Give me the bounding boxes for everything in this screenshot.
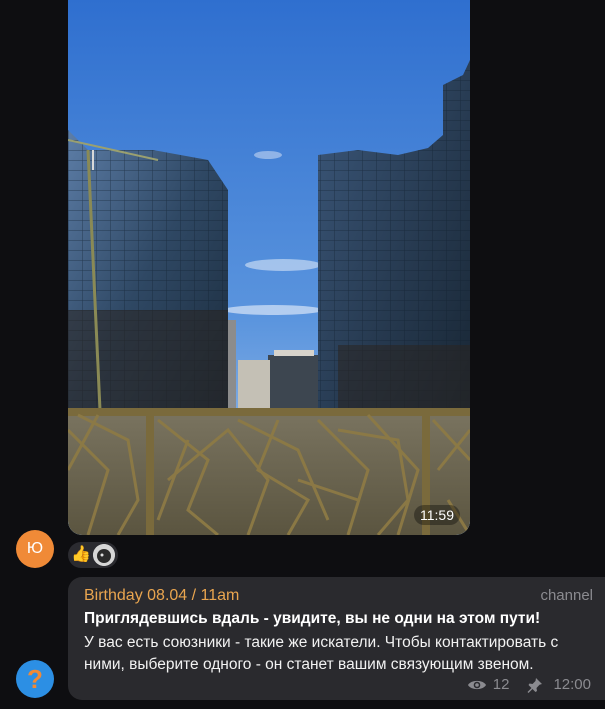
- message-header: Birthday 08.04 / 11am channel: [84, 587, 593, 605]
- pin-icon: [527, 677, 543, 693]
- message-bold-text: Приглядевшись вдаль - увидите, вы не одн…: [84, 610, 541, 627]
- thumbs-up-emoji: 👍: [71, 546, 91, 563]
- channel-badge: channel: [540, 587, 593, 604]
- photo-timestamp: 11:59: [414, 505, 460, 525]
- sender-avatar[interactable]: Ю: [16, 530, 54, 568]
- question-avatar[interactable]: ?: [16, 660, 54, 698]
- question-mark-icon: ?: [27, 663, 43, 694]
- reactions-bar: 👍: [68, 542, 118, 568]
- reaction-thumbs-up[interactable]: 👍: [68, 542, 118, 568]
- message-meta: 12 12:00: [467, 676, 591, 693]
- reactor-avatar: [92, 544, 115, 566]
- message-body: У вас есть союзники - такие же искатели.…: [84, 634, 559, 673]
- photo-message[interactable]: 11:59: [68, 0, 470, 535]
- channel-message-bubble[interactable]: Birthday 08.04 / 11am channel Приглядевш…: [68, 577, 605, 700]
- view-count: 12: [492, 676, 510, 693]
- sender-name[interactable]: Birthday 08.04 / 11am: [84, 587, 239, 605]
- eye-icon: [467, 678, 487, 692]
- message-time: 12:00: [553, 676, 591, 693]
- city-photo: [68, 0, 470, 535]
